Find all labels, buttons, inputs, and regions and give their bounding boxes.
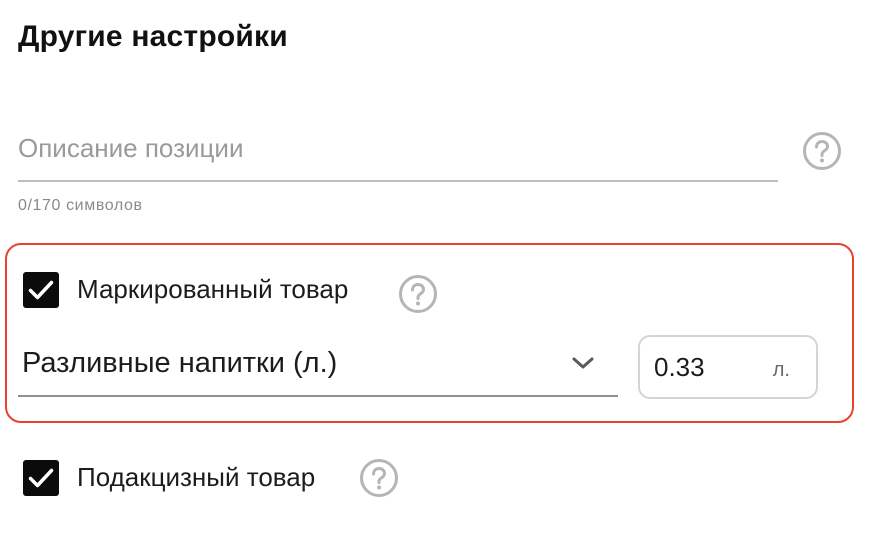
description-char-counter: 0/170 символов xyxy=(18,197,143,214)
excise-product-help-icon[interactable] xyxy=(359,458,399,498)
volume-value: 0.33 xyxy=(654,352,705,382)
checkmark-icon xyxy=(28,468,54,488)
marked-product-label: Маркированный товар xyxy=(77,274,349,304)
chevron-down-icon[interactable] xyxy=(570,354,596,372)
description-field[interactable] xyxy=(18,118,778,182)
excise-product-label: Подакцизный товар xyxy=(77,462,316,492)
category-select[interactable]: Разливные напитки (л.) xyxy=(18,333,618,397)
excise-product-checkbox[interactable] xyxy=(23,460,59,496)
section-title: Другие настройки xyxy=(18,20,288,53)
checkmark-icon xyxy=(28,280,54,300)
volume-input[interactable]: 0.33 л. xyxy=(638,335,818,399)
marked-product-checkbox[interactable] xyxy=(23,272,59,308)
marked-product-help-icon[interactable] xyxy=(398,274,438,314)
description-help-icon[interactable] xyxy=(802,131,842,171)
description-input[interactable] xyxy=(18,128,758,168)
volume-unit: л. xyxy=(772,359,790,381)
category-select-value: Разливные напитки (л.) xyxy=(22,347,338,379)
